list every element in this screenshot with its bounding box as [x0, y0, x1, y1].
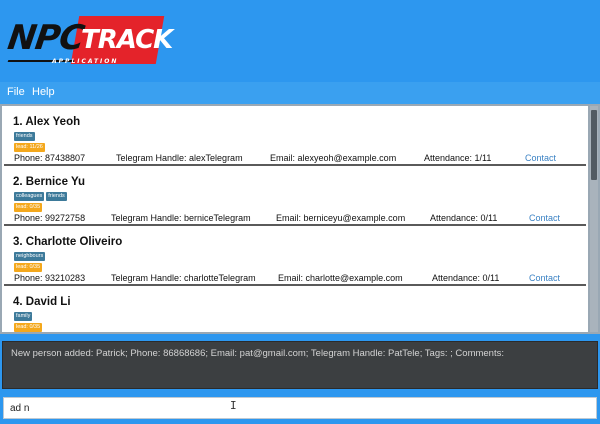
telegram-field: Telegram Handle: charlotteTelegram [111, 273, 256, 283]
logo-npc-text: NPC [5, 18, 87, 58]
tag-list: neighbours [14, 252, 47, 262]
email-field: Email: berniceyu@example.com [276, 213, 406, 223]
tag-badge: neighbours [14, 252, 46, 261]
tag-list: friends [14, 132, 37, 142]
phone-field: Phone: 87438807 [14, 153, 86, 163]
person-card[interactable]: 3. Charlotte Oliveiro neighbours lead: 0… [4, 228, 586, 286]
telegram-field: Telegram Handle: alexTelegram [116, 153, 243, 163]
person-card[interactable]: 2. Bernice Yu colleagues friends lead: 0/… [4, 168, 586, 226]
list-scrollbar[interactable] [590, 106, 598, 332]
attendance-field: Attendance: 0/11 [430, 213, 498, 223]
logo-subtitle: APPLICATION [52, 58, 119, 65]
split-divider[interactable] [0, 334, 600, 340]
contact-link[interactable]: Contact [525, 153, 556, 163]
person-name: 3. Charlotte Oliveiro [13, 236, 123, 248]
role-badge: lead: 11/26 [14, 143, 45, 152]
tag-badge: colleagues [14, 192, 45, 201]
result-message: New person added: Patrick; Phone: 868686… [11, 348, 504, 359]
result-display: New person added: Patrick; Phone: 868686… [2, 341, 598, 389]
logo-track-text: TRACK [81, 25, 173, 55]
tag-list: family [14, 312, 34, 322]
menu-help[interactable]: Help [32, 86, 55, 98]
person-name: 1. Alex Yeoh [13, 116, 81, 128]
role-badge: lead: 0/35 [14, 203, 43, 212]
app-logo: NPC TRACK APPLICATION [5, 16, 173, 68]
person-card[interactable]: 1. Alex Yeoh friends lead: 11/26 Phone: … [4, 108, 586, 166]
person-list-panel: 1. Alex Yeoh friends lead: 11/26 Phone: … [0, 104, 600, 334]
scrollbar-thumb[interactable] [591, 110, 597, 180]
tag-badge: friends [46, 192, 67, 201]
person-list[interactable]: 1. Alex Yeoh friends lead: 11/26 Phone: … [2, 106, 588, 332]
person-card[interactable]: 4. David Li family lead: 0/35 [4, 288, 586, 332]
command-input[interactable]: ad n [3, 397, 597, 419]
email-field: Email: alexyeoh@example.com [270, 153, 397, 163]
role-badge: lead: 0/35 [14, 323, 43, 332]
phone-field: Phone: 93210283 [14, 273, 86, 283]
attendance-field: Attendance: 1/11 [424, 153, 492, 163]
contact-link[interactable]: Contact [529, 273, 560, 283]
phone-field: Phone: 99272758 [14, 213, 86, 223]
attendance-field: Attendance: 0/11 [432, 273, 500, 283]
header-bar: NPC TRACK APPLICATION [0, 0, 600, 82]
command-input-value: ad n [10, 403, 30, 414]
menu-file[interactable]: File [7, 86, 25, 98]
tag-list: colleagues friends [14, 192, 69, 202]
menu-bar: File Help [0, 82, 600, 104]
role-badge: lead: 0/35 [14, 263, 43, 272]
contact-link[interactable]: Contact [529, 213, 560, 223]
tag-badge: family [14, 312, 33, 321]
person-name: 2. Bernice Yu [13, 176, 86, 188]
person-name: 4. David Li [13, 296, 71, 308]
text-cursor-icon: I [230, 399, 237, 412]
telegram-field: Telegram Handle: berniceTelegram [111, 213, 251, 223]
email-field: Email: charlotte@example.com [278, 273, 403, 283]
tag-badge: friends [14, 132, 35, 141]
